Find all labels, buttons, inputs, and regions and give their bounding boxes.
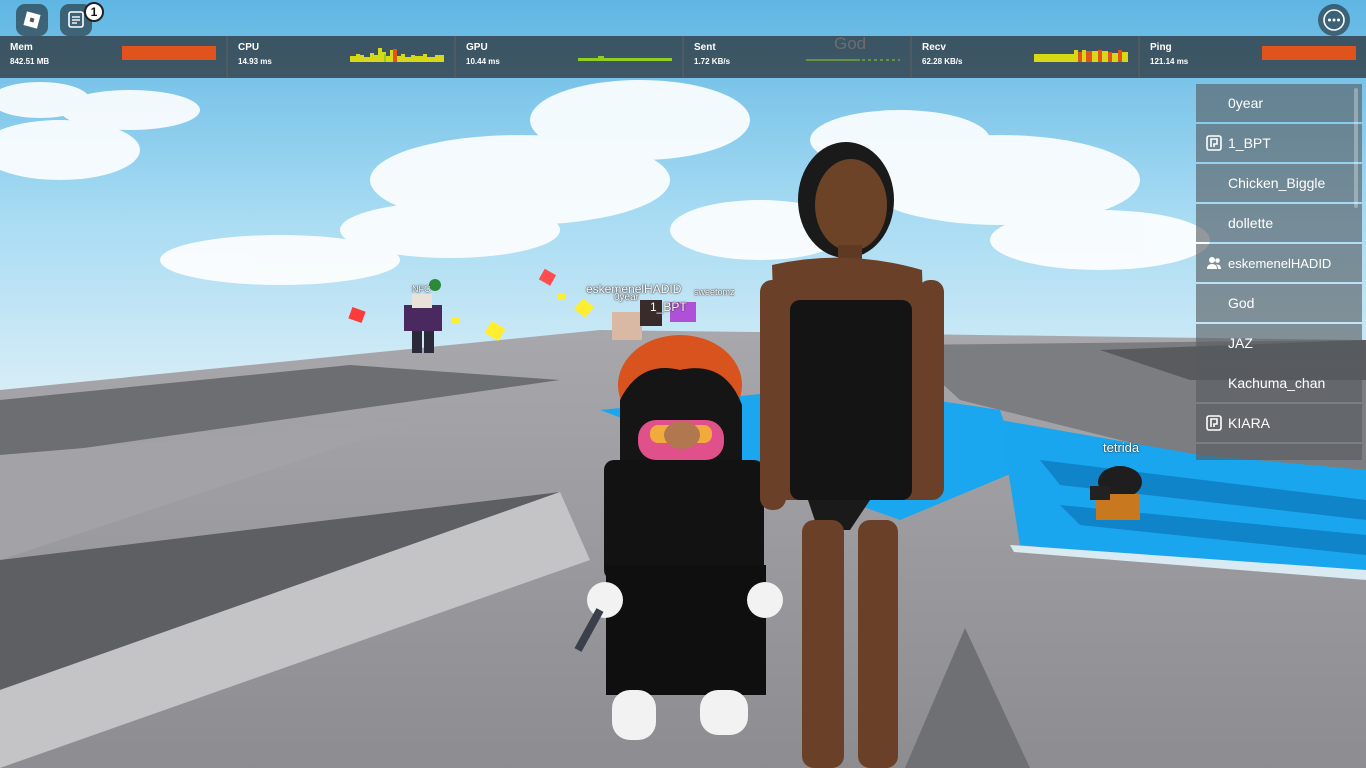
premium-icon <box>1206 415 1222 431</box>
player-row-partial[interactable] <box>1196 444 1362 460</box>
stat-ping[interactable]: Ping 121.14 ms <box>1140 36 1366 78</box>
player-name: JAZ <box>1228 335 1253 351</box>
stat-recv[interactable]: Recv 62.28 KB/s <box>912 36 1140 78</box>
cpu-graph <box>350 48 444 62</box>
recv-graph <box>1034 50 1128 62</box>
game-viewport[interactable] <box>0 0 1366 768</box>
roblox-menu-button[interactable] <box>16 4 48 36</box>
performance-stats-bar: Mem 842.51 MB CPU 14.93 ms GPU 10.44 ms … <box>0 34 1366 78</box>
player-row-god[interactable]: God <box>1196 284 1362 322</box>
player-name: dollette <box>1228 215 1274 231</box>
stat-gpu[interactable]: GPU 10.44 ms <box>456 36 684 78</box>
premium-icon <box>1206 135 1222 151</box>
roblox-logo-icon <box>23 11 41 29</box>
chat-button[interactable]: 1 <box>60 2 104 36</box>
gpu-graph <box>578 56 672 61</box>
player-list-scrollbar[interactable] <box>1354 88 1358 208</box>
chat-icon <box>68 11 84 28</box>
stat-mem[interactable]: Mem 842.51 MB <box>0 36 228 78</box>
friends-icon <box>1207 257 1221 269</box>
player-row-0year[interactable]: 0year <box>1196 84 1362 122</box>
stat-sent[interactable]: Sent 1.72 KB/s God <box>684 34 912 78</box>
player-name: 1_BPT <box>1228 135 1271 151</box>
player-name: KIARA <box>1228 415 1271 431</box>
chat-unread-badge: 1 <box>84 2 104 22</box>
player-row-1bpt[interactable]: 1_BPT <box>1196 124 1362 162</box>
more-options-button[interactable] <box>1318 4 1350 36</box>
sent-graph <box>806 59 900 61</box>
more-options-icon <box>1323 9 1345 31</box>
stat-cpu[interactable]: CPU 14.93 ms <box>228 36 456 78</box>
player-name: 0year <box>1228 95 1264 111</box>
player-row-eskemenelhadid[interactable]: eskemenelHADID <box>1196 244 1362 282</box>
player-row-dollette[interactable]: dollette <box>1196 204 1362 242</box>
nametag-0year: 0year <box>614 292 640 303</box>
nametag-tetrida: tetrida <box>1103 440 1140 455</box>
ping-graph <box>1262 46 1356 60</box>
player-name: eskemenelHADID <box>1228 255 1332 271</box>
player-name: God <box>1228 295 1255 311</box>
player-row-kachuma-chan[interactable]: Kachuma_chan <box>1196 364 1362 402</box>
nametag-nfc: NFC <box>412 284 431 294</box>
player-list: 0year 1_BPT Chicken_Biggle dollette eske… <box>1196 84 1362 464</box>
player-row-chicken-biggle[interactable]: Chicken_Biggle <box>1196 164 1362 202</box>
nametag-1bpt: 1_BPT <box>650 300 687 314</box>
player-name: Chicken_Biggle <box>1228 175 1326 191</box>
player-row-kiara[interactable]: KIARA <box>1196 404 1362 442</box>
nametag-sweetomz: sweetomz <box>694 287 735 297</box>
mem-graph <box>122 46 216 60</box>
player-name: Kachuma_chan <box>1228 375 1326 391</box>
player-row-jaz[interactable]: JAZ <box>1196 324 1362 362</box>
